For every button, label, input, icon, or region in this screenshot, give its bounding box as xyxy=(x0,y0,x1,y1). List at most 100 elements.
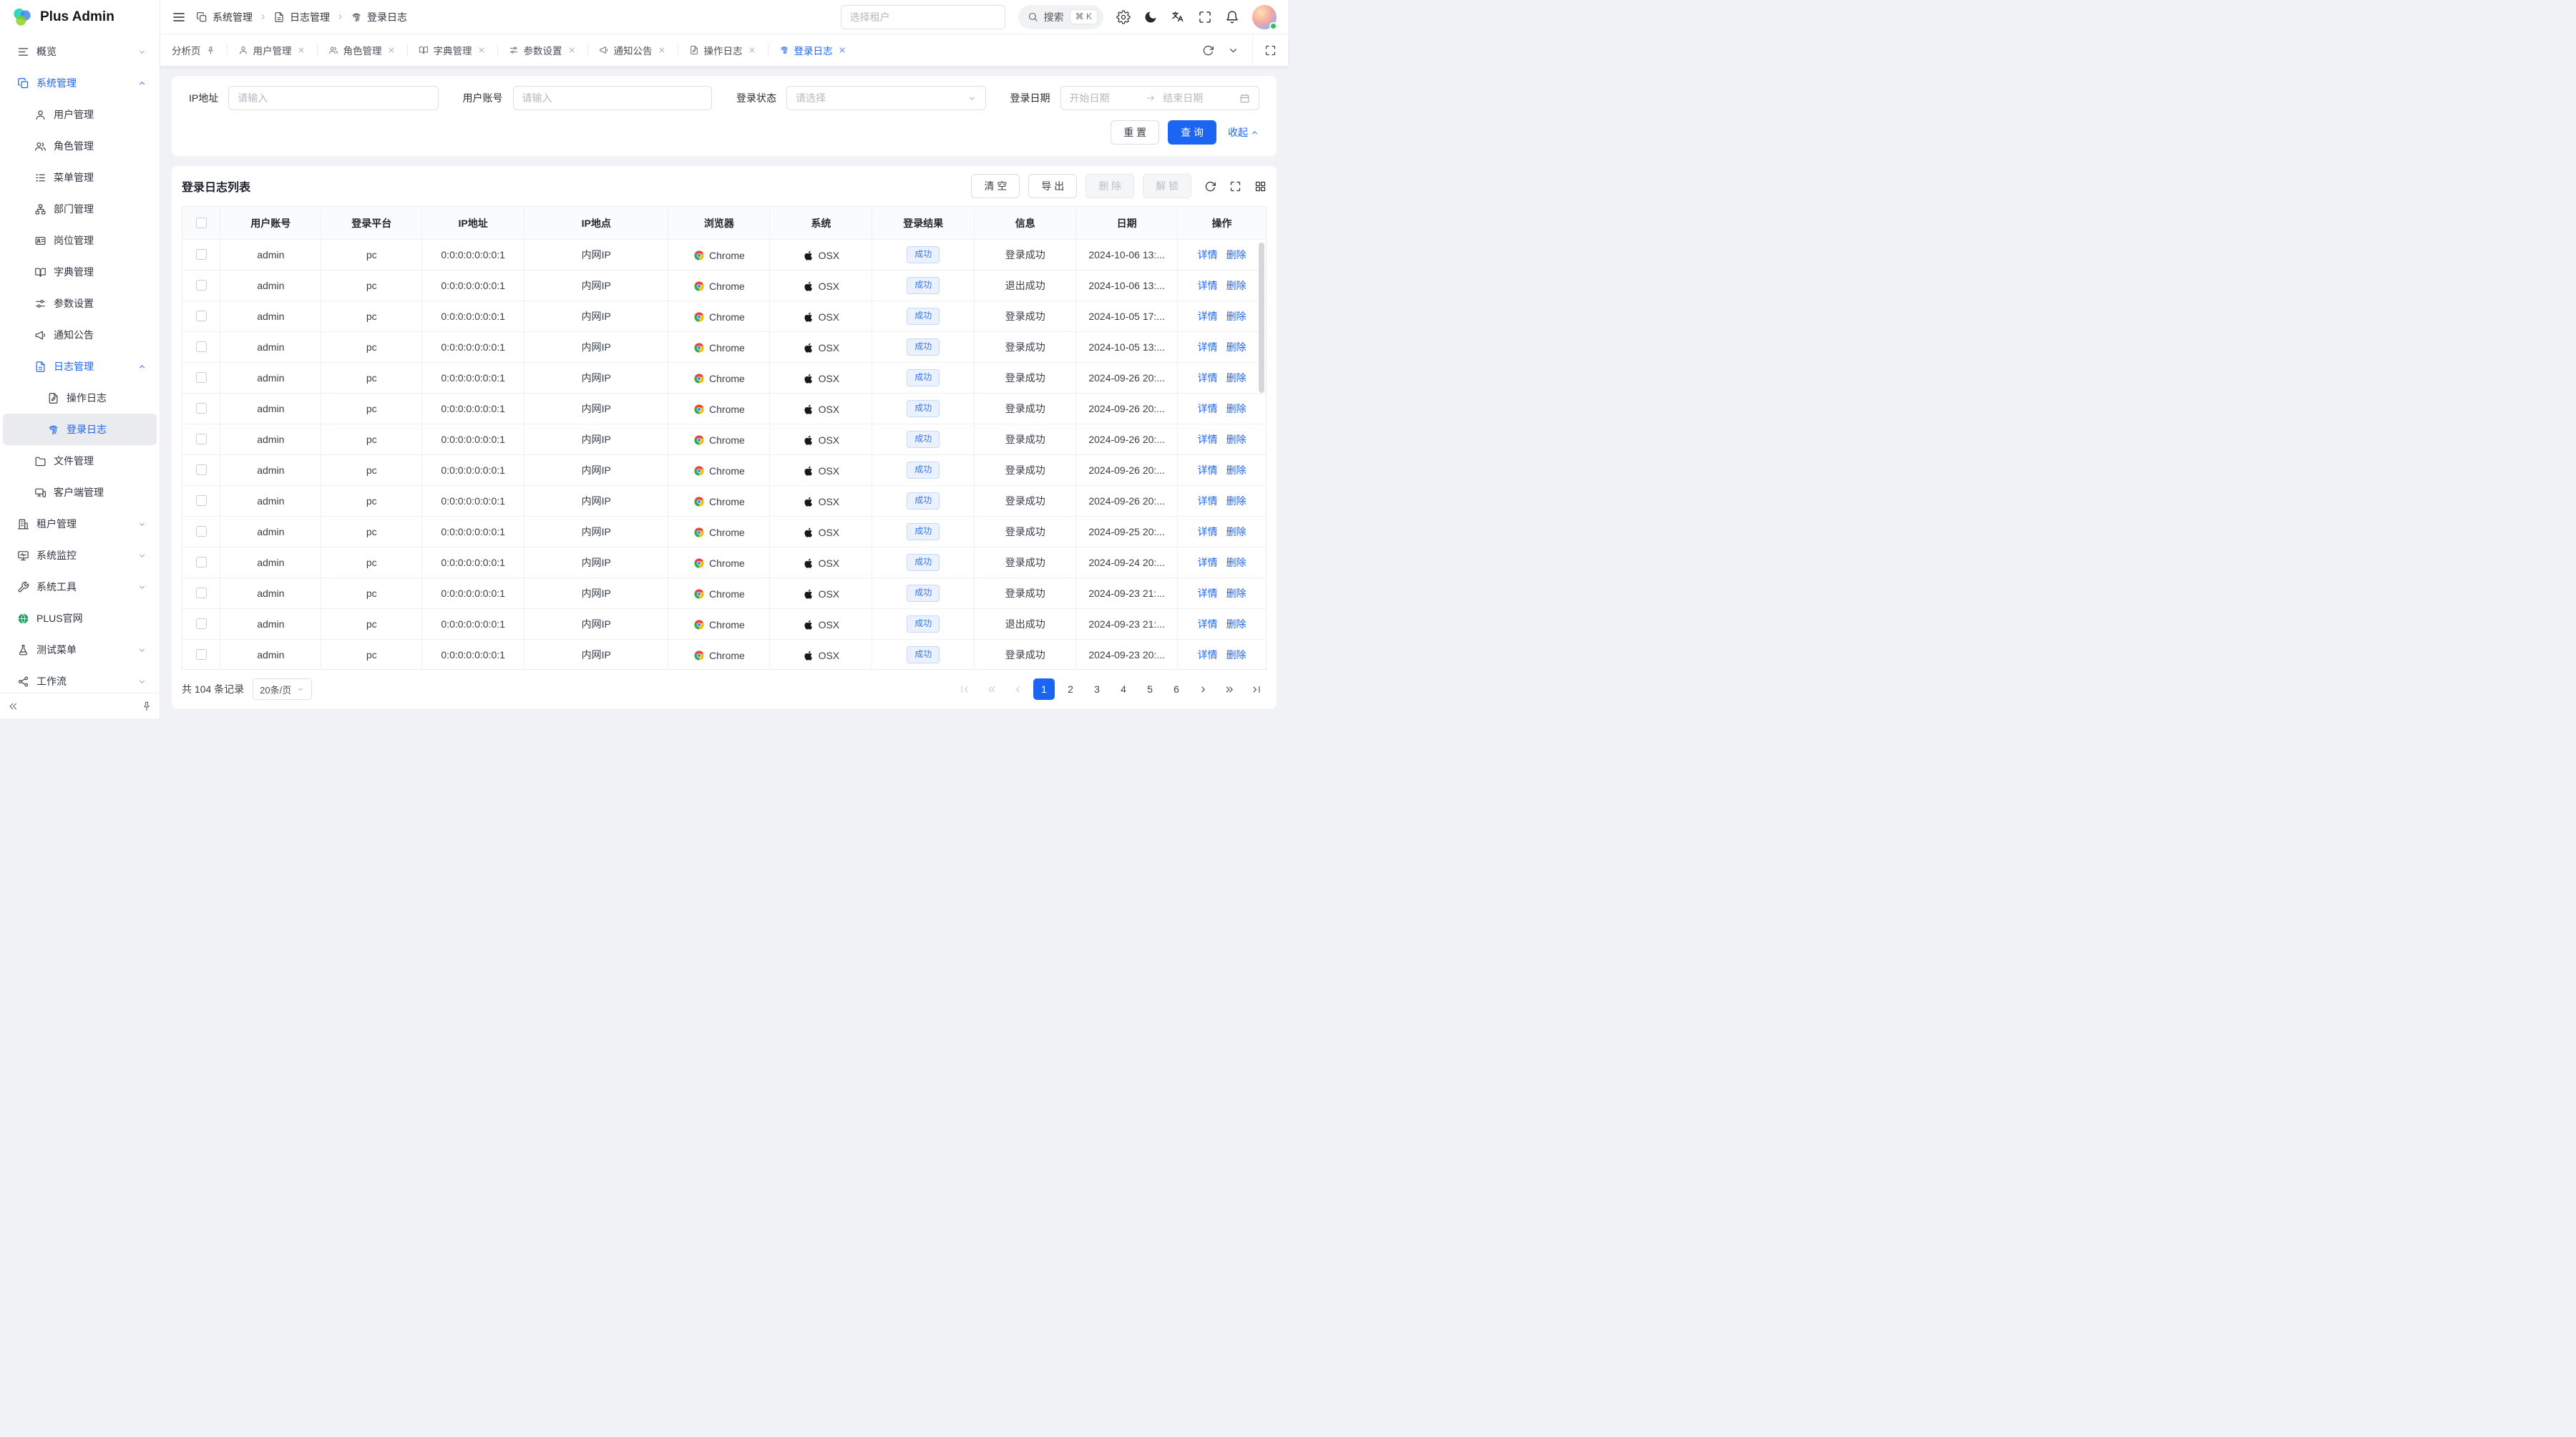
row-checkbox[interactable] xyxy=(196,372,207,383)
detail-link[interactable]: 详情 xyxy=(1198,309,1218,323)
detail-link[interactable]: 详情 xyxy=(1198,401,1218,416)
row-checkbox[interactable] xyxy=(196,618,207,629)
collapse-filters-link[interactable]: 收起 xyxy=(1228,125,1259,140)
close-icon[interactable] xyxy=(658,46,666,54)
tab-role-mgmt[interactable]: 角色管理 xyxy=(317,34,407,66)
pin-icon[interactable] xyxy=(206,46,215,55)
delete-link[interactable]: 删除 xyxy=(1226,432,1246,447)
refresh-tab-icon[interactable] xyxy=(1202,44,1214,57)
delete-link[interactable]: 删除 xyxy=(1226,648,1246,662)
delete-link[interactable]: 删除 xyxy=(1226,248,1246,262)
detail-link[interactable]: 详情 xyxy=(1198,617,1218,631)
hamburger-menu-icon[interactable] xyxy=(172,10,186,24)
sidebar-item-client-mgmt[interactable]: 客户端管理 xyxy=(3,477,157,508)
sidebar-item-dict-mgmt[interactable]: 字典管理 xyxy=(3,256,157,288)
delete-link[interactable]: 删除 xyxy=(1226,586,1246,600)
row-checkbox[interactable] xyxy=(196,403,207,414)
login-date-range-picker[interactable]: 开始日期 结束日期 xyxy=(1060,86,1260,110)
delete-link[interactable]: 删除 xyxy=(1226,340,1246,354)
detail-link[interactable]: 详情 xyxy=(1198,525,1218,539)
export-button[interactable]: 导 出 xyxy=(1028,174,1077,198)
delete-link[interactable]: 删除 xyxy=(1226,371,1246,385)
reset-button[interactable]: 重 置 xyxy=(1111,120,1159,145)
tab-notice[interactable]: 通知公告 xyxy=(587,34,678,66)
detail-link[interactable]: 详情 xyxy=(1198,463,1218,477)
tab-dict-mgmt[interactable]: 字典管理 xyxy=(407,34,497,66)
sidebar-item-overview[interactable]: 概览 xyxy=(3,36,157,67)
clear-button[interactable]: 清 空 xyxy=(971,174,1020,198)
refresh-table-icon[interactable] xyxy=(1204,180,1216,193)
tab-login-log[interactable]: 登录日志 xyxy=(768,34,858,66)
detail-link[interactable]: 详情 xyxy=(1198,278,1218,293)
query-button[interactable]: 查 询 xyxy=(1168,120,1216,145)
page-button-4[interactable]: 4 xyxy=(1113,678,1134,700)
close-icon[interactable] xyxy=(748,46,756,54)
page-button-5[interactable]: 5 xyxy=(1139,678,1161,700)
row-checkbox[interactable] xyxy=(196,526,207,537)
row-checkbox[interactable] xyxy=(196,588,207,598)
logo[interactable]: Plus Admin xyxy=(0,0,160,34)
global-search-button[interactable]: 搜索 ⌘ K xyxy=(1018,5,1103,29)
sidebar-item-notice[interactable]: 通知公告 xyxy=(3,319,157,351)
select-all-checkbox[interactable] xyxy=(196,218,207,228)
row-checkbox[interactable] xyxy=(196,649,207,660)
sidebar-item-param-settings[interactable]: 参数设置 xyxy=(3,288,157,319)
row-checkbox[interactable] xyxy=(196,249,207,260)
delete-link[interactable]: 删除 xyxy=(1226,401,1246,416)
row-checkbox[interactable] xyxy=(196,341,207,352)
sidebar-item-file-mgmt[interactable]: 文件管理 xyxy=(3,445,157,477)
tab-actions-chevron-down-icon[interactable] xyxy=(1227,44,1239,57)
unlock-button[interactable]: 解 锁 xyxy=(1143,174,1191,198)
detail-link[interactable]: 详情 xyxy=(1198,494,1218,508)
table-scrollbar[interactable] xyxy=(1259,243,1264,393)
close-icon[interactable] xyxy=(477,46,486,54)
page-button-1[interactable]: 1 xyxy=(1033,678,1055,700)
row-checkbox[interactable] xyxy=(196,464,207,475)
delete-link[interactable]: 删除 xyxy=(1226,278,1246,293)
sidebar-item-dept-mgmt[interactable]: 部门管理 xyxy=(3,193,157,225)
page-button-6[interactable]: 6 xyxy=(1166,678,1187,700)
page-button-2[interactable]: 2 xyxy=(1060,678,1081,700)
ip-address-input[interactable] xyxy=(228,86,438,110)
close-icon[interactable] xyxy=(387,46,396,54)
sidebar-item-system-mgmt[interactable]: 系统管理 xyxy=(3,67,157,99)
detail-link[interactable]: 详情 xyxy=(1198,648,1218,662)
row-checkbox[interactable] xyxy=(196,280,207,291)
tab-analysis[interactable]: 分析页 xyxy=(160,34,227,66)
sidebar-item-post-mgmt[interactable]: 岗位管理 xyxy=(3,225,157,256)
translate-icon[interactable] xyxy=(1171,10,1185,24)
table-fullscreen-icon[interactable] xyxy=(1229,180,1241,193)
sidebar-item-workflow[interactable]: 工作流 xyxy=(3,666,157,693)
bell-icon[interactable] xyxy=(1225,10,1239,24)
breadcrumb-system-mgmt[interactable]: 系统管理 xyxy=(196,10,253,24)
content-fullscreen-icon[interactable] xyxy=(1264,44,1277,57)
delete-button[interactable]: 删 除 xyxy=(1085,174,1134,198)
sidebar-item-tenant-mgmt[interactable]: 租户管理 xyxy=(3,508,157,540)
tenant-select-input[interactable] xyxy=(841,5,1005,29)
delete-link[interactable]: 删除 xyxy=(1226,555,1246,570)
detail-link[interactable]: 详情 xyxy=(1198,432,1218,447)
login-status-select[interactable]: 请选择 xyxy=(786,86,986,110)
sidebar-item-login-log[interactable]: 登录日志 xyxy=(3,414,157,445)
row-checkbox[interactable] xyxy=(196,495,207,506)
sidebar-item-user-mgmt[interactable]: 用户管理 xyxy=(3,99,157,130)
moon-icon[interactable] xyxy=(1143,10,1158,24)
sidebar-item-system-monitor[interactable]: 系统监控 xyxy=(3,540,157,571)
delete-link[interactable]: 删除 xyxy=(1226,525,1246,539)
detail-link[interactable]: 详情 xyxy=(1198,555,1218,570)
sidebar-item-role-mgmt[interactable]: 角色管理 xyxy=(3,130,157,162)
detail-link[interactable]: 详情 xyxy=(1198,371,1218,385)
detail-link[interactable]: 详情 xyxy=(1198,340,1218,354)
sidebar-item-plus-website[interactable]: PLUS官网 xyxy=(3,603,157,634)
delete-link[interactable]: 删除 xyxy=(1226,617,1246,631)
pin-sidebar-button[interactable] xyxy=(141,701,152,712)
row-checkbox[interactable] xyxy=(196,311,207,321)
sidebar-item-menu-mgmt[interactable]: 菜单管理 xyxy=(3,162,157,193)
sidebar-item-op-log[interactable]: 操作日志 xyxy=(3,382,157,414)
user-account-input[interactable] xyxy=(513,86,713,110)
prev-pages-button[interactable] xyxy=(980,678,1002,700)
collapse-sidebar-button[interactable] xyxy=(7,701,19,712)
next-pages-button[interactable] xyxy=(1219,678,1240,700)
tab-user-mgmt[interactable]: 用户管理 xyxy=(227,34,317,66)
fullscreen-icon[interactable] xyxy=(1198,10,1212,24)
